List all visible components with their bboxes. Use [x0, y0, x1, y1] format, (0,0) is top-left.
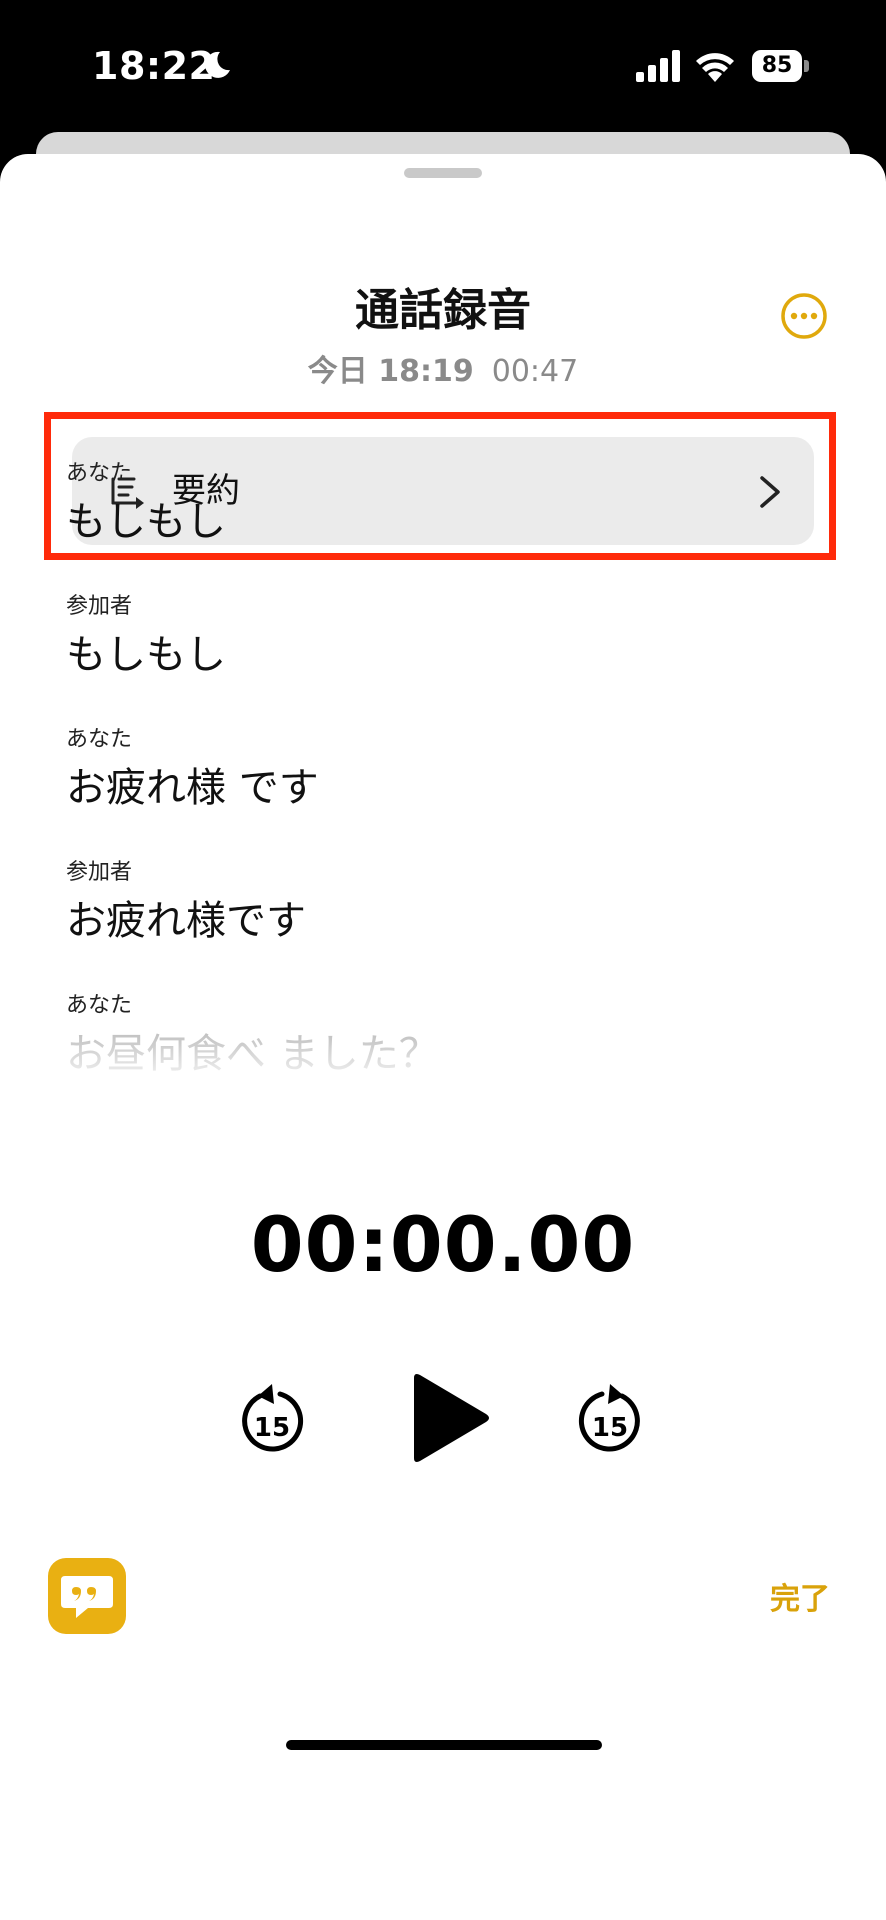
skip-forward-15-icon[interactable]: 15: [574, 1380, 646, 1456]
transcript-entry: 参加者 お疲れ様です: [66, 854, 826, 987]
speaker-label: あなた: [66, 993, 133, 1018]
sheet-grabber[interactable]: [404, 168, 482, 178]
status-bar: 18:22 85: [0, 0, 886, 130]
quote-bubble-icon: [61, 1576, 113, 1618]
utterance-text: もしもし: [66, 499, 226, 545]
moon-icon: [205, 51, 230, 78]
utterance-text: お昼何食べ ました？: [66, 1021, 439, 1079]
speaker-label: 参加者: [66, 860, 133, 885]
wifi-icon: [696, 53, 734, 82]
speaker-label: あなた: [66, 461, 133, 486]
playback-timer: 00:00.00: [250, 1200, 636, 1289]
recording-duration: 00:47: [491, 354, 579, 389]
transcript-entry: あなた お疲れ様 です: [66, 721, 826, 854]
home-indicator[interactable]: [286, 1740, 602, 1750]
skip-back-15-icon[interactable]: 15: [236, 1380, 308, 1456]
battery-level: 85: [761, 53, 793, 78]
transcript-entry: あなた お昼何食べ ました？: [66, 987, 826, 1120]
transcript-toggle-button[interactable]: [48, 1558, 126, 1634]
utterance-text: お疲れ様 です: [66, 765, 319, 811]
status-time: 18:22: [92, 44, 216, 88]
skip-back-label: 15: [254, 1413, 290, 1443]
ellipsis-circle-icon[interactable]: [780, 292, 828, 340]
battery-icon: 85: [752, 50, 810, 82]
skip-forward-label: 15: [592, 1413, 628, 1443]
recording-title: 通話録音: [355, 285, 531, 336]
recording-date: 今日 18:19: [307, 354, 474, 389]
utterance-text: もしもし: [66, 632, 226, 678]
speaker-label: あなた: [66, 727, 133, 752]
signal-icon: [636, 50, 680, 82]
utterance-text: お疲れ様です: [66, 898, 306, 944]
done-button[interactable]: 完了: [770, 1574, 830, 1618]
transcript-list[interactable]: あなた もしもし 参加者 もしもし あなた お疲れ様 です 参加者 お疲れ様です…: [66, 455, 826, 1120]
play-icon[interactable]: [406, 1372, 490, 1464]
transcript-entry: 参加者 もしもし: [66, 588, 826, 721]
transcript-entry: あなた もしもし: [66, 455, 826, 588]
speaker-label: 参加者: [66, 594, 133, 619]
recording-meta: 今日 18:19 00:47: [0, 346, 886, 390]
